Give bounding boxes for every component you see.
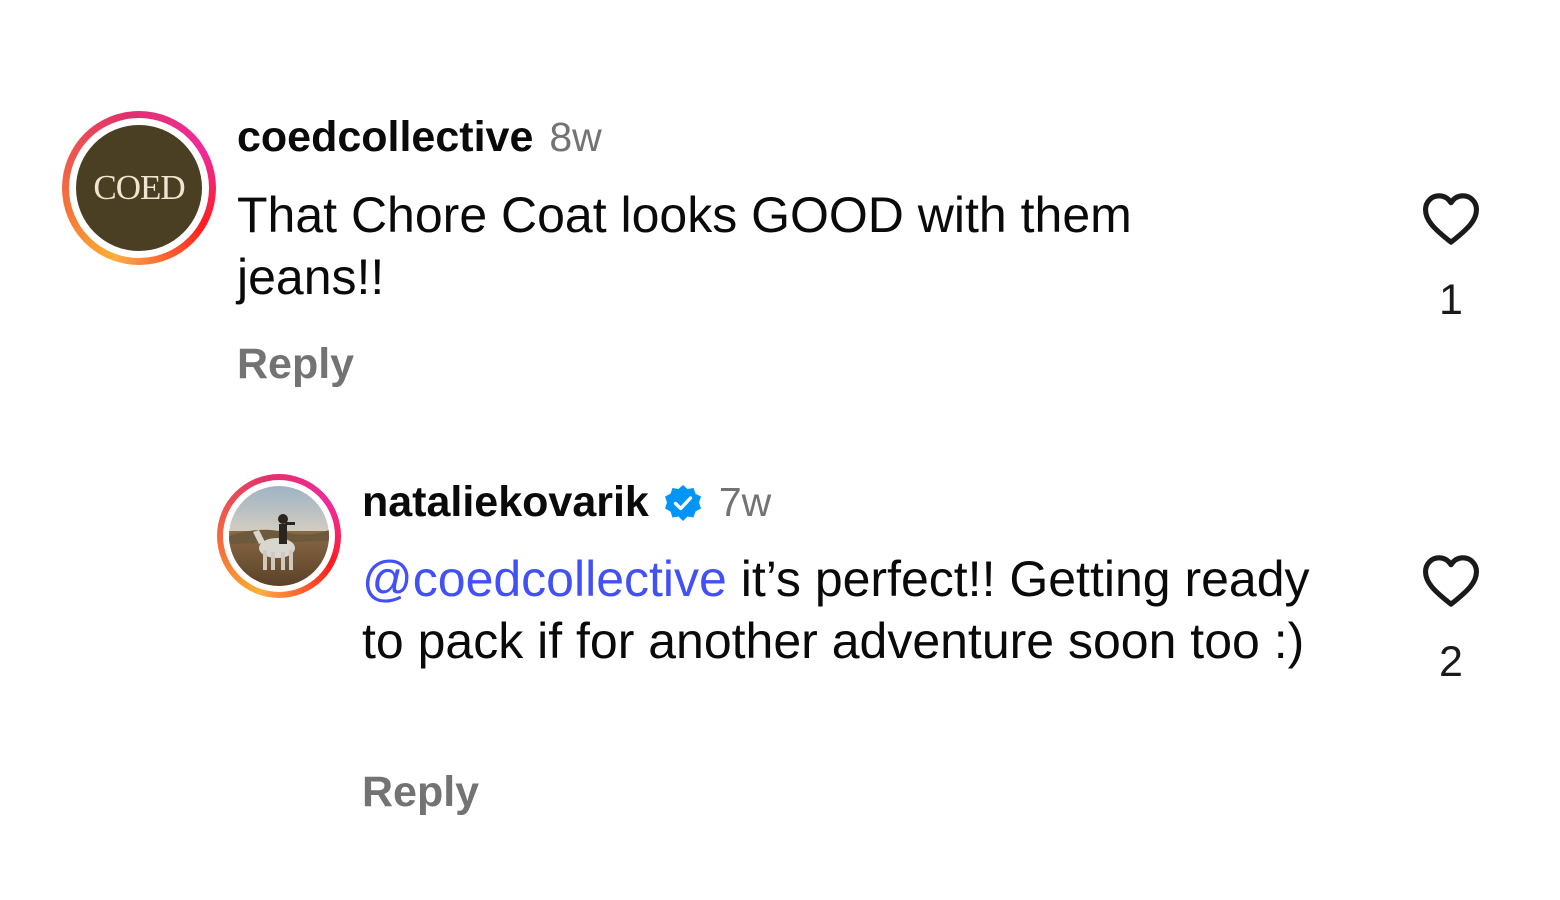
comment-header: nataliekovarik 7w [362,478,771,527]
comment-body: That Chore Coat looks GOOD with them jea… [237,187,1132,305]
heart-outline-icon[interactable] [1420,552,1482,608]
like-section: 1 [1416,190,1486,325]
reply-button[interactable]: Reply [237,340,354,389]
reply-button[interactable]: Reply [362,768,479,817]
avatar: COED [76,125,202,251]
comment-header: coedcollective 8w [237,113,602,162]
like-count: 2 [1439,638,1463,686]
verified-badge-icon [664,484,701,521]
username[interactable]: nataliekovarik [362,478,649,527]
mention-link[interactable]: @coedcollective [362,551,727,607]
horse-rider-photo [229,486,329,586]
comment-text: @coedcollective it’s perfect!! Getting r… [362,548,1352,672]
username[interactable]: coedcollective [237,113,533,162]
heart-outline-icon[interactable] [1420,190,1482,246]
avatar [229,486,329,586]
like-section: 2 [1416,552,1486,687]
like-count: 1 [1439,276,1463,324]
avatar-story-ring[interactable]: COED [62,111,216,265]
coed-logo-text: COED [93,168,185,207]
timestamp: 8w [549,114,602,160]
avatar-story-ring[interactable] [217,474,341,598]
comment-text: That Chore Coat looks GOOD with them jea… [237,184,1277,308]
timestamp: 7w [718,479,772,525]
